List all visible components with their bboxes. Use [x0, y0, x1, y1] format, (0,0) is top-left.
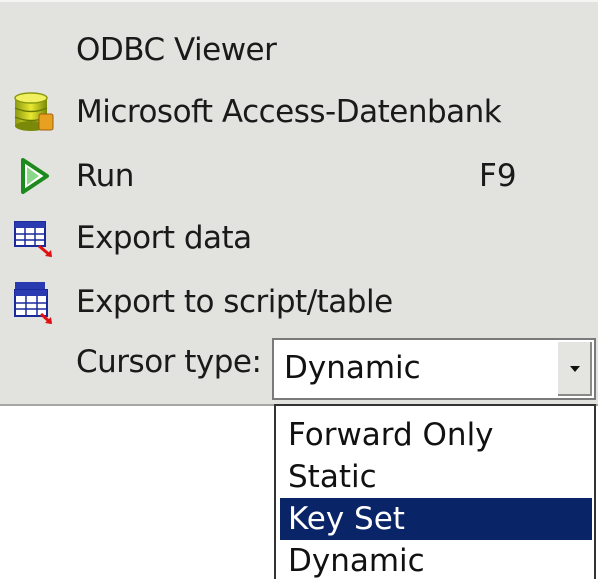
menu-item-run[interactable]: Run F9 [0, 148, 598, 204]
menu-item-odbc-viewer[interactable]: ODBC Viewer [0, 22, 598, 78]
menu-item-export-data[interactable]: Export data [0, 210, 598, 266]
dropdown-arrow-button[interactable] [556, 342, 592, 396]
cursor-type-label: Cursor type: [76, 344, 262, 380]
menu-item-access-database[interactable]: Microsoft Access-Datenbank [0, 84, 598, 140]
play-icon [8, 152, 58, 200]
menu-item-label: Run [76, 158, 134, 194]
cursor-type-value: Dynamic [284, 350, 421, 386]
export-script-icon [8, 278, 58, 326]
option-static[interactable]: Static [280, 456, 592, 498]
cursor-type-dropdown-list: Forward Only Static Key Set Dynamic [274, 404, 596, 579]
database-icon [8, 88, 58, 136]
menu-item-label: ODBC Viewer [76, 32, 277, 68]
menu-item-label: Export data [76, 220, 252, 256]
cursor-type-combobox[interactable]: Dynamic [272, 338, 596, 400]
screenshot-root: ODBC Viewer Microsoft Access-Datenbank R… [0, 0, 598, 579]
menu-item-label: Export to script/table [76, 284, 393, 320]
menu-item-label: Microsoft Access-Datenbank [76, 94, 502, 130]
shortcut-label: F9 [479, 158, 517, 194]
option-key-set[interactable]: Key Set [280, 498, 592, 540]
menu-item-export-script[interactable]: Export to script/table [0, 274, 598, 330]
export-data-icon [8, 214, 58, 262]
option-dynamic[interactable]: Dynamic [280, 540, 592, 579]
option-forward-only[interactable]: Forward Only [280, 414, 592, 456]
context-menu: ODBC Viewer Microsoft Access-Datenbank R… [0, 0, 598, 406]
chevron-down-icon [570, 366, 580, 372]
